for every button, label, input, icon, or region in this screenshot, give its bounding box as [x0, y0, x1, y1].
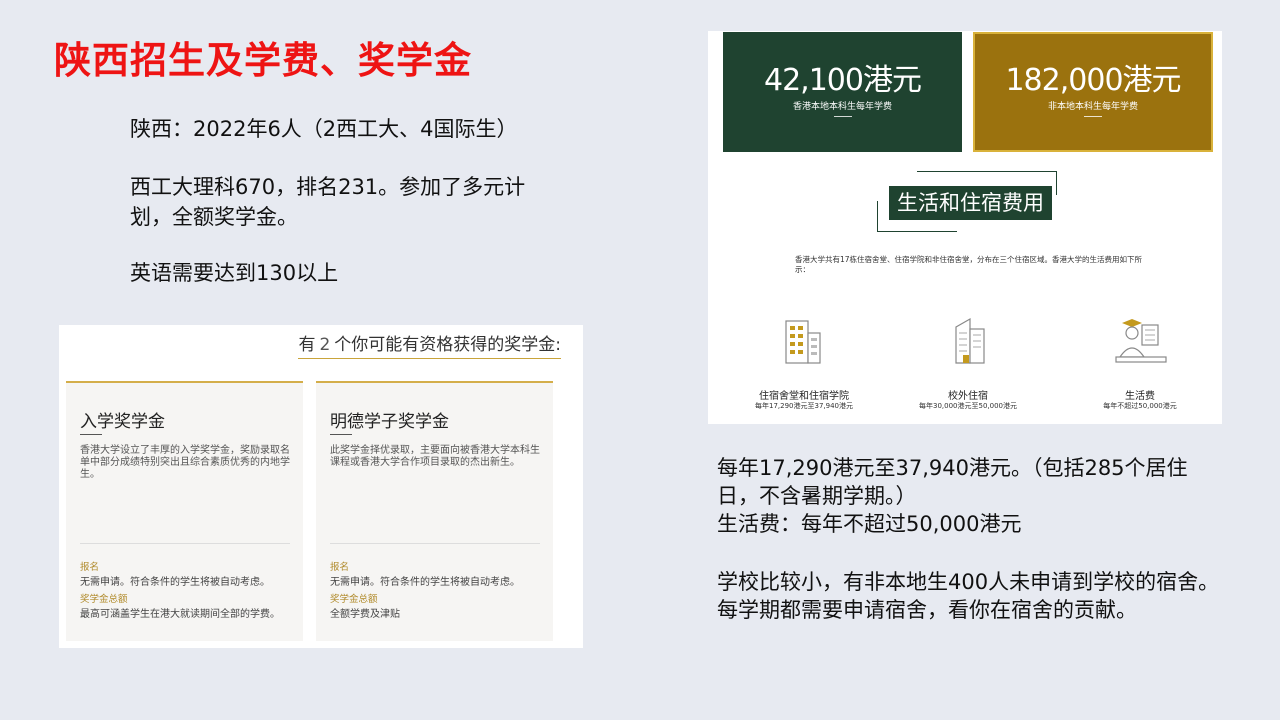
living-expense-cost: 每年不超过50,000港元: [1103, 402, 1177, 410]
score-rank-text: 西工大理科670，排名231。参加了多元计划，全额奖学金。: [130, 175, 526, 229]
card-title: 入学奖学金: [80, 412, 165, 432]
caption-dash: [833, 116, 852, 117]
amount-value: 全额学费及津贴: [330, 609, 400, 620]
scholarship-count: 2: [319, 335, 331, 355]
title-underline: [80, 434, 102, 435]
amount-label: 奖学金总额: [330, 594, 378, 605]
living-cost-heading: 生活和住宿费用: [889, 186, 1052, 220]
heading-suffix: 个你可能有资格获得的奖学金:: [334, 335, 561, 355]
title-underline: [330, 434, 352, 435]
card-title: 明德学子奖学金: [330, 412, 449, 432]
student-reading-icon: [1115, 319, 1167, 363]
slide-title: 陕西招生及学费、奖学金: [54, 39, 472, 82]
amount-label: 奖学金总额: [80, 594, 128, 605]
local-fee-amount: 42,100港元: [764, 63, 922, 98]
dormitory-cost: 每年17,290港元至37,940港元: [755, 402, 853, 410]
apply-label: 报名: [330, 562, 350, 573]
frame-line: [877, 231, 957, 232]
dormitory-label: 住宿舍堂和住宿学院: [759, 391, 849, 402]
card-description: 此奖学金择优录取，主要面向被香港大学本科生课程或香港大学合作项目录取的杰出新生。: [330, 445, 540, 468]
nonlocal-fee-caption: 非本地本科生每年学费: [1047, 102, 1138, 112]
scholarship-card-entrance[interactable]: 入学奖学金 香港大学设立了丰厚的入学奖学金，奖励录取名单中部分成绩特别突出且综合…: [66, 381, 303, 641]
nonlocal-fee-box: 182,000港元 非本地本科生每年学费: [973, 32, 1213, 152]
card-divider: [330, 543, 540, 544]
living-intro-text: 香港大学共有17栋住宿舍堂、住宿学院和非住宿舍堂，分布在三个住宿区域。香港大学的…: [795, 255, 1143, 274]
offcampus-cost: 每年30,000港元至50,000港元: [919, 402, 1017, 410]
frame-line: [877, 201, 878, 231]
card-description: 香港大学设立了丰厚的入学奖学金，奖励录取名单中部分成绩特别突出且综合素质优秀的内…: [80, 445, 290, 480]
scholarship-heading: 有 2 个你可能有资格获得的奖学金:: [298, 330, 561, 359]
living-expense-label: 生活费: [1125, 391, 1155, 402]
offcampus-label: 校外住宿: [948, 391, 988, 402]
local-fee-box: 42,100港元 香港本地本科生每年学费: [723, 32, 962, 152]
scholarship-card-mingde[interactable]: 明德学子奖学金 此奖学金择优录取，主要面向被香港大学本科生课程或香港大学合作项目…: [316, 381, 553, 641]
caption-dash: [1084, 116, 1102, 117]
english-requirement-text: 英语需要达到130以上: [130, 261, 339, 285]
dormitory-note-text: 学校比较小，有非本地生400人未申请到学校的宿舍。每学期都需要申请宿舍，看你在宿…: [717, 570, 1220, 622]
apply-value: 无需申请。符合条件的学生将被自动考虑。: [330, 577, 520, 588]
living-expense-line: 生活费：每年不超过50,000港元: [717, 512, 1022, 536]
admission-count-text: 陕西：2022年6人（2西工大、4国际生）: [130, 117, 518, 141]
apply-label: 报名: [80, 562, 100, 573]
accommodation-cost-line: 每年17,290港元至37,940港元。（包括285个居住日，不含暑期学期。）: [717, 456, 1188, 508]
fees-infographic: 42,100港元 香港本地本科生每年学费 182,000港元 非本地本科生每年学…: [708, 31, 1222, 424]
apartment-building-icon: [955, 317, 985, 364]
frame-line: [917, 171, 1057, 172]
scholarship-panel: 有 2 个你可能有资格获得的奖学金: 入学奖学金 香港大学设立了丰厚的入学奖学金，奖…: [59, 325, 583, 648]
local-fee-caption: 香港本地本科生每年学费: [792, 102, 892, 112]
accommodation-cost-text: 每年17,290港元至37,940港元。（包括285个居住日，不含暑期学期。） …: [717, 454, 1227, 538]
frame-line: [1056, 171, 1057, 195]
card-divider: [80, 543, 290, 544]
dormitory-building-icon: [785, 320, 821, 364]
heading-prefix: 有: [298, 335, 316, 355]
nonlocal-fee-amount: 182,000港元: [1005, 63, 1181, 98]
apply-value: 无需申请。符合条件的学生将被自动考虑。: [80, 577, 270, 588]
amount-value: 最高可涵盖学生在港大就读期间全部的学费。: [80, 609, 280, 620]
